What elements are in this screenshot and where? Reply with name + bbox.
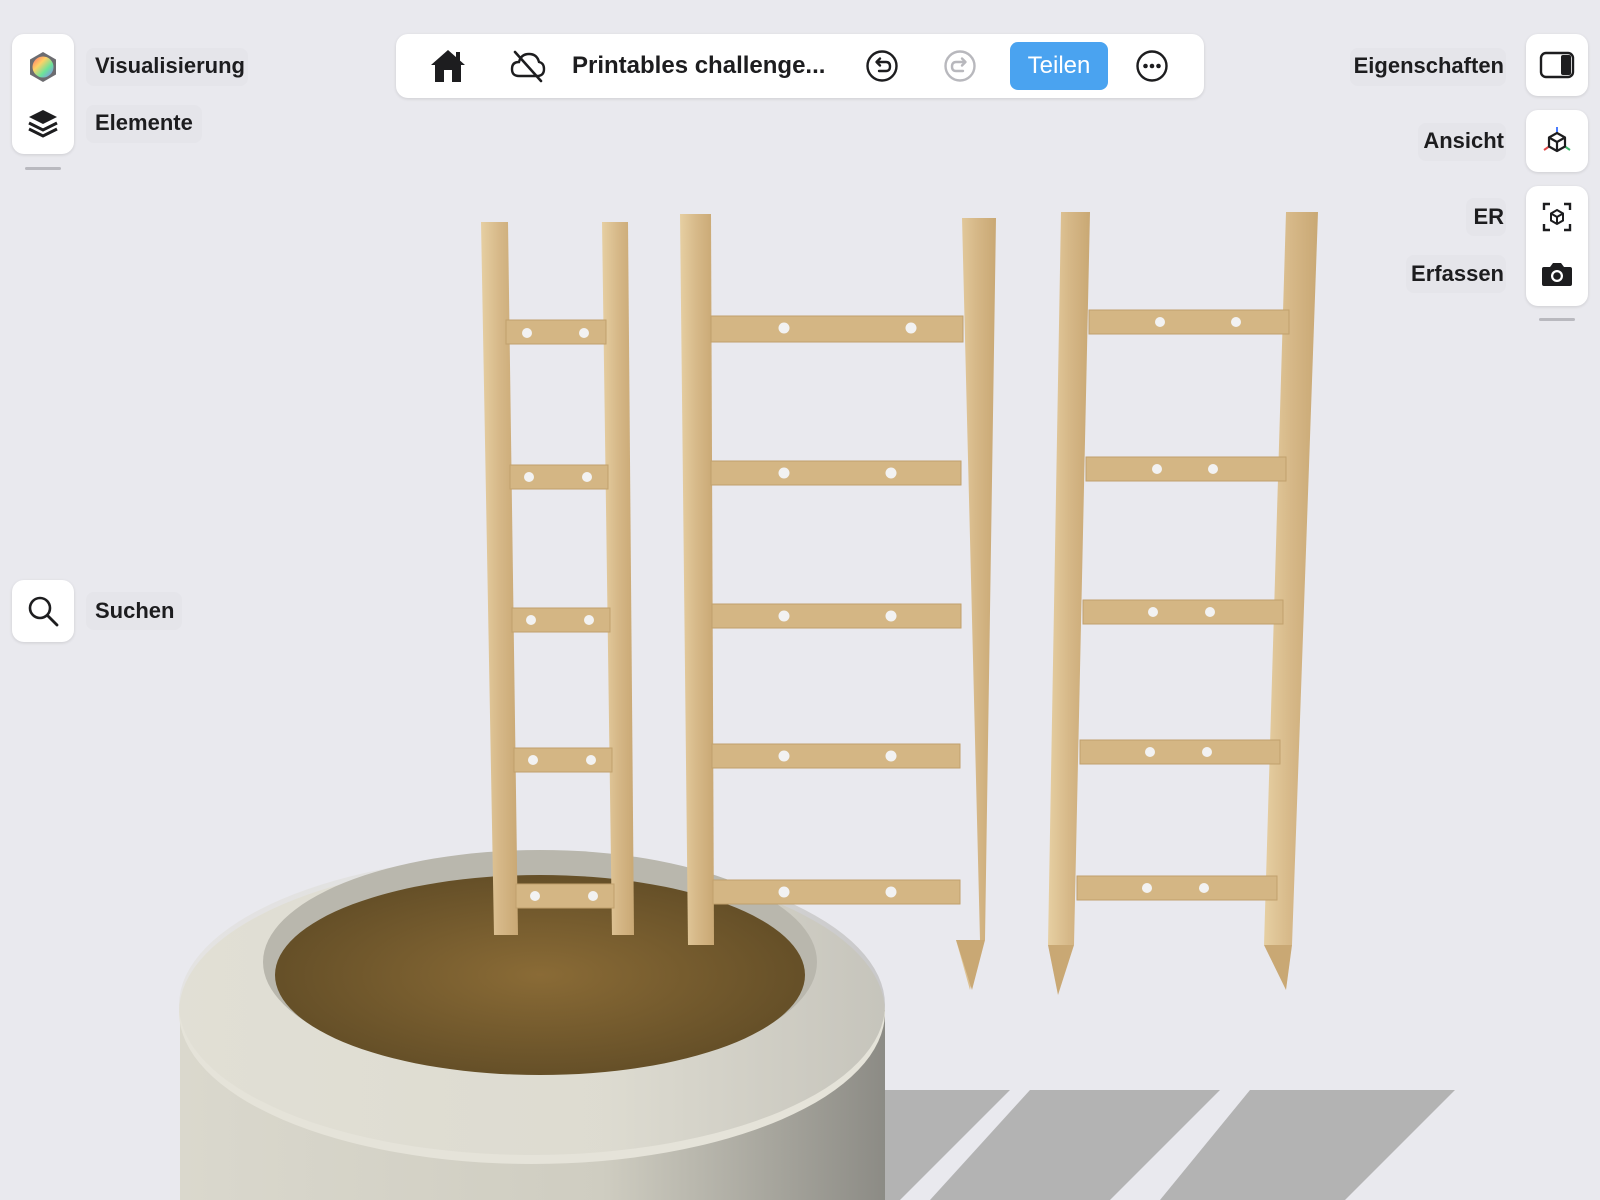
cloud-sync-button[interactable]	[504, 34, 552, 98]
search-icon-wrap	[12, 580, 74, 642]
elements-label[interactable]: Elemente	[95, 108, 193, 138]
capture-label[interactable]: Erfassen	[1411, 259, 1504, 289]
3d-viewport[interactable]	[0, 0, 1600, 1200]
search-label[interactable]: Suchen	[95, 596, 174, 626]
share-button[interactable]: Teilen	[1010, 42, 1108, 90]
search-icon	[28, 596, 59, 627]
more-icon	[1136, 50, 1168, 82]
properties-button[interactable]	[1526, 34, 1588, 96]
capture-button[interactable]	[1526, 248, 1588, 300]
ar-label[interactable]: ER	[1473, 202, 1504, 232]
color-sphere-icon	[30, 52, 56, 82]
ladder-left	[481, 222, 634, 935]
home-icon	[431, 50, 465, 82]
layers-icon	[28, 110, 58, 138]
document-title[interactable]: Printables challenge...	[572, 51, 825, 81]
properties-icon-wrap	[1526, 34, 1588, 96]
view-label[interactable]: Ansicht	[1423, 126, 1504, 156]
camera-icon	[1542, 263, 1572, 286]
ar-icon	[1542, 202, 1572, 232]
sidebar-toggle-icon	[1539, 51, 1575, 79]
right-panel-divider	[1539, 318, 1575, 321]
redo-button[interactable]	[936, 34, 984, 98]
view-button[interactable]	[1526, 110, 1588, 172]
redo-icon	[944, 50, 976, 82]
undo-button[interactable]	[858, 34, 906, 98]
top-toolbar: Printables challenge... Teilen	[396, 34, 1204, 98]
home-button[interactable]	[424, 34, 472, 98]
view-cube-icon	[1543, 127, 1571, 153]
cloud-off-icon	[510, 50, 546, 83]
view-icon-wrap	[1526, 110, 1588, 172]
more-button[interactable]	[1128, 34, 1176, 98]
elements-button[interactable]	[12, 98, 74, 148]
visualization-label[interactable]: Visualisierung	[95, 51, 245, 81]
search-button[interactable]	[12, 580, 74, 642]
undo-icon	[866, 50, 898, 82]
ladder-middle	[680, 214, 996, 990]
properties-label[interactable]: Eigenschaften	[1354, 51, 1504, 81]
ladder-right	[1048, 212, 1318, 995]
visualization-button[interactable]	[12, 42, 74, 92]
left-panel-divider	[25, 167, 61, 170]
ar-button[interactable]	[1526, 191, 1588, 243]
